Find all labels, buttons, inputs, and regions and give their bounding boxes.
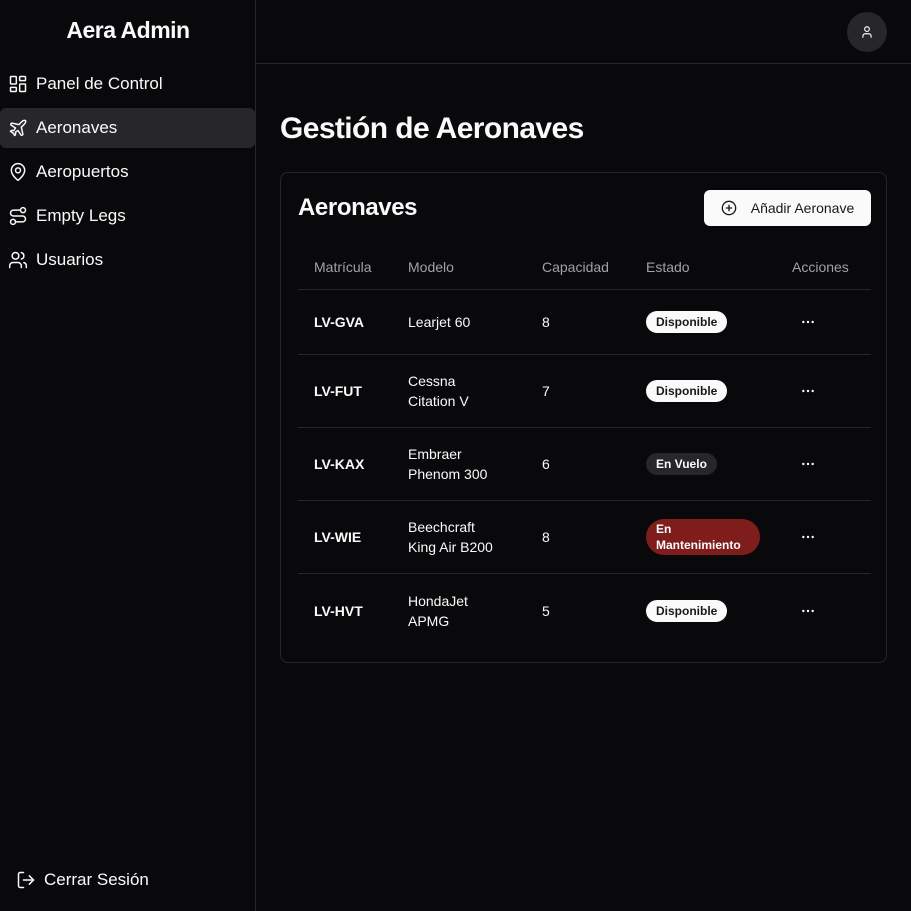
add-aircraft-button[interactable]: Añadir Aeronave bbox=[704, 190, 871, 226]
status-badge: Disponible bbox=[646, 380, 728, 402]
sidebar-item-usuarios[interactable]: Usuarios bbox=[0, 240, 255, 280]
more-horizontal-icon bbox=[800, 603, 816, 619]
more-horizontal-icon bbox=[800, 314, 816, 330]
sidebar-item-aeronaves[interactable]: Aeronaves bbox=[0, 108, 255, 148]
sidebar: Aera Admin Panel de Control Aeronaves Ae… bbox=[0, 0, 256, 911]
app-root: Aera Admin Panel de Control Aeronaves Ae… bbox=[0, 0, 911, 911]
model-line: Cessna bbox=[408, 373, 456, 389]
sidebar-item-label: Usuarios bbox=[36, 250, 104, 269]
logout-button[interactable]: Cerrar Sesión bbox=[16, 870, 149, 890]
status-cell: Disponible bbox=[630, 599, 776, 622]
row-actions-button[interactable] bbox=[792, 448, 824, 480]
registration-cell: LV-HVT bbox=[314, 602, 363, 619]
table-row: LV-KAX Embraer Phenom 300 6 En Vuelo bbox=[298, 428, 871, 501]
top-bar bbox=[256, 0, 911, 64]
more-horizontal-icon bbox=[800, 529, 816, 545]
brand-title: Aera Admin bbox=[66, 17, 190, 43]
row-actions-button[interactable] bbox=[792, 521, 824, 553]
aircraft-table: Matrícula Modelo Capacidad Estado Accion… bbox=[298, 245, 871, 647]
capacity-cell: 5 bbox=[542, 602, 550, 619]
logout-label: Cerrar Sesión bbox=[44, 870, 149, 889]
status-badge: Disponible bbox=[646, 311, 728, 333]
status-cell: En Vuelo bbox=[630, 453, 776, 475]
registration-cell: LV-GVA bbox=[314, 314, 365, 330]
model-line: APMG bbox=[408, 612, 450, 629]
page-title: Gestión de Aeronaves bbox=[280, 112, 584, 145]
model-cell: Learjet 60 bbox=[392, 312, 526, 332]
model-cell: Cessna Citation V bbox=[392, 371, 526, 411]
table-header: Matrícula Modelo Capacidad Estado Accion… bbox=[298, 245, 871, 290]
sidebar-item-aeropuertos[interactable]: Aeropuertos bbox=[0, 152, 255, 192]
column-header-actions: Acciones bbox=[792, 259, 849, 275]
sidebar-item-empty-legs[interactable]: Empty Legs bbox=[0, 196, 255, 236]
table-row: LV-FUT Cessna Citation V 7 Disponible bbox=[298, 355, 871, 428]
sidebar-item-label: Empty Legs bbox=[36, 206, 126, 225]
table-row: LV-WIE Beechcraft King Air B200 8 En Man… bbox=[298, 501, 871, 574]
model-line: Phenom 300 bbox=[408, 466, 488, 482]
table-row: LV-HVT HondaJet APMG 5 Disponible bbox=[298, 574, 871, 647]
registration-cell: LV-FUT bbox=[314, 383, 362, 399]
model-line: Citation V bbox=[408, 393, 469, 409]
model-line: King Air B200 bbox=[408, 539, 493, 555]
aircraft-card: Aeronaves Añadir Aeronave Matrícula Mode… bbox=[280, 172, 887, 663]
row-actions-button[interactable] bbox=[792, 306, 824, 338]
status-badge: Disponible bbox=[646, 599, 728, 622]
registration-cell: LV-KAX bbox=[314, 456, 365, 472]
column-header-model: Modelo bbox=[408, 259, 454, 275]
row-actions-button[interactable] bbox=[792, 595, 824, 627]
plane-icon bbox=[8, 118, 28, 138]
layout-dashboard-icon bbox=[8, 74, 28, 94]
log-out-icon bbox=[16, 870, 36, 890]
user-avatar-button[interactable] bbox=[847, 12, 887, 52]
actions-cell bbox=[776, 375, 871, 407]
actions-cell bbox=[776, 448, 871, 480]
capacity-cell: 8 bbox=[542, 314, 550, 330]
route-icon bbox=[8, 206, 28, 226]
sidebar-item-label: Aeronaves bbox=[36, 118, 118, 137]
row-actions-button[interactable] bbox=[792, 375, 824, 407]
model-line: Embraer bbox=[408, 446, 462, 462]
sidebar-item-label: Panel de Control bbox=[36, 74, 163, 93]
card-title: Aeronaves bbox=[298, 194, 418, 221]
more-horizontal-icon bbox=[800, 383, 816, 399]
model-line: Beechcraft bbox=[408, 519, 475, 535]
table-row: LV-GVA Learjet 60 8 Disponible bbox=[298, 290, 871, 355]
model-line: Learjet 60 bbox=[408, 314, 471, 330]
column-header-capacity: Capacidad bbox=[542, 259, 609, 275]
model-cell: HondaJet APMG bbox=[392, 591, 526, 631]
actions-cell bbox=[776, 306, 871, 338]
map-pin-icon bbox=[8, 162, 28, 182]
capacity-cell: 6 bbox=[542, 456, 550, 472]
sidebar-item-label: Aeropuertos bbox=[36, 162, 129, 181]
users-icon bbox=[8, 250, 28, 270]
capacity-cell: 7 bbox=[542, 383, 550, 399]
model-cell: Beechcraft King Air B200 bbox=[392, 517, 526, 557]
status-cell: Disponible bbox=[630, 380, 776, 402]
sidebar-nav: Panel de Control Aeronaves Aeropuertos E… bbox=[0, 64, 256, 284]
status-badge-line: Mantenimiento bbox=[656, 538, 741, 552]
status-badge: En Mantenimiento bbox=[646, 519, 760, 555]
more-horizontal-icon bbox=[800, 456, 816, 472]
add-aircraft-label: Añadir Aeronave bbox=[750, 200, 855, 216]
status-badge: En Vuelo bbox=[646, 453, 717, 475]
status-badge-line: En bbox=[656, 522, 672, 536]
column-header-registration: Matrícula bbox=[314, 259, 372, 275]
actions-cell bbox=[776, 595, 871, 627]
actions-cell bbox=[776, 521, 871, 553]
registration-cell: LV-WIE bbox=[314, 529, 362, 545]
capacity-cell: 8 bbox=[542, 529, 550, 545]
column-header-status: Estado bbox=[646, 259, 690, 275]
sidebar-item-panel-de-control[interactable]: Panel de Control bbox=[0, 64, 255, 104]
model-line: HondaJet bbox=[408, 592, 468, 609]
plus-circle-icon bbox=[721, 200, 737, 216]
status-cell: En Mantenimiento bbox=[630, 519, 776, 555]
user-icon bbox=[860, 25, 874, 39]
status-cell: Disponible bbox=[630, 311, 776, 333]
model-cell: Embraer Phenom 300 bbox=[392, 444, 526, 484]
